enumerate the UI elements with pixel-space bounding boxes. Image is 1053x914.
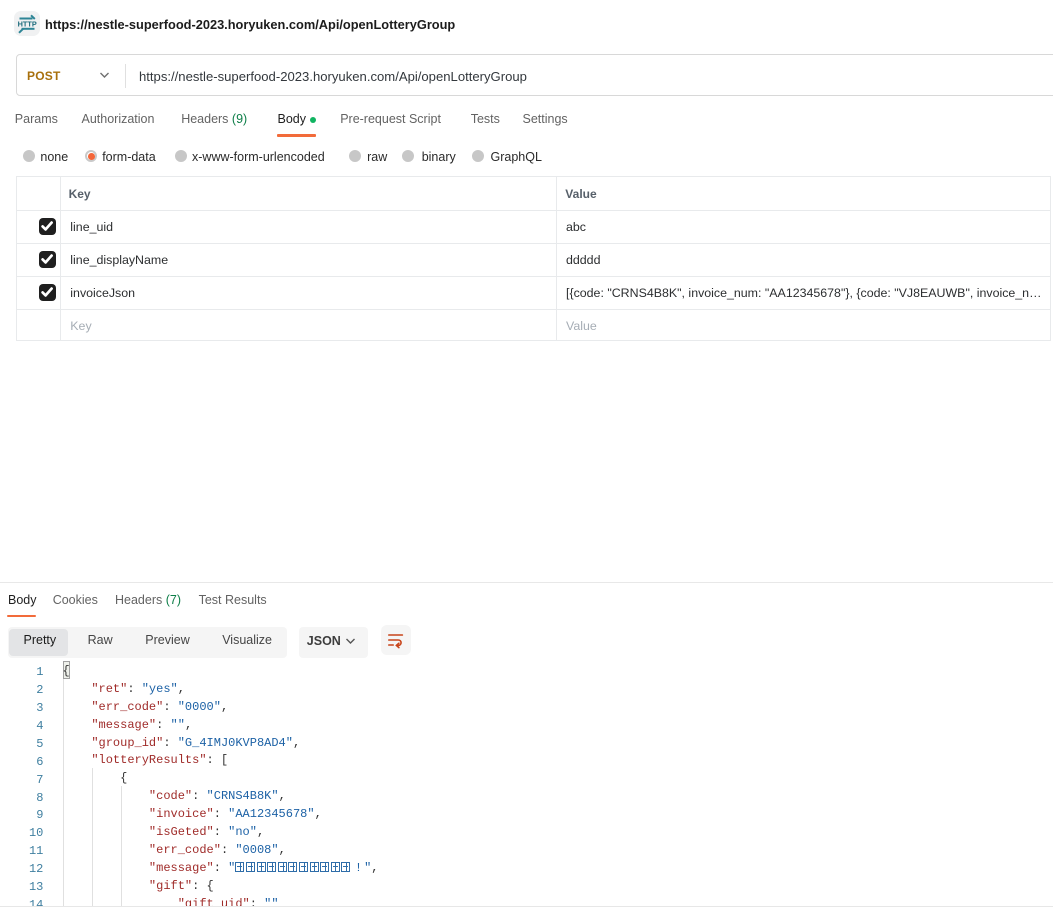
svg-text:HTTP: HTTP xyxy=(18,19,37,28)
